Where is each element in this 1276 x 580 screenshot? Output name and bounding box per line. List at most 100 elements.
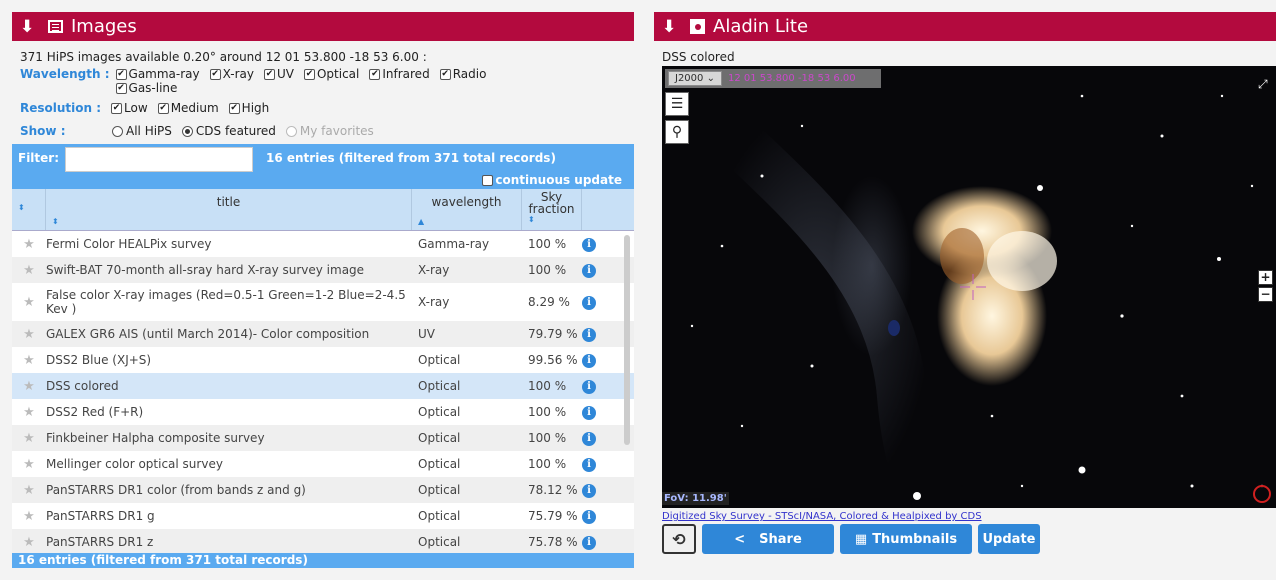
- checkbox[interactable]: ✔: [263, 68, 275, 80]
- share-label: Share: [759, 531, 802, 547]
- star-icon[interactable]: ★: [12, 457, 46, 472]
- sort-asc-icon[interactable]: ▲: [418, 217, 424, 226]
- checkbox-option[interactable]: ✔ Infrared: [369, 67, 430, 81]
- col-title[interactable]: title ⬍: [46, 189, 412, 230]
- share-button[interactable]: < Share: [702, 524, 834, 554]
- table-header: ⬍ title ⬍ wavelength ▲ Sky fraction ⬍: [12, 189, 634, 231]
- collapse-arrow-icon[interactable]: ⬇: [20, 17, 42, 37]
- star-icon[interactable]: ★: [12, 431, 46, 446]
- sort-icon[interactable]: ⬍: [52, 217, 59, 226]
- vertical-scrollbar[interactable]: [624, 235, 630, 445]
- zoom-in-button[interactable]: +: [1258, 270, 1273, 285]
- star-icon[interactable]: ★: [12, 237, 46, 252]
- wavelength-label: Wavelength :: [20, 67, 110, 81]
- info-icon[interactable]: i: [582, 406, 596, 420]
- radio-button[interactable]: [285, 125, 297, 137]
- info-icon[interactable]: i: [582, 354, 596, 368]
- star-icon[interactable]: ★: [12, 535, 46, 550]
- checkbox[interactable]: ✔: [228, 102, 240, 114]
- info-icon[interactable]: i: [582, 328, 596, 342]
- checkbox-option[interactable]: ✔ Medium: [157, 101, 219, 115]
- col-star[interactable]: ⬍: [12, 189, 46, 230]
- checkbox-option[interactable]: ✔ X-ray: [209, 67, 254, 81]
- table-row[interactable]: ★ DSS2 Blue (XJ+S) Optical 99.56 % i: [12, 347, 634, 373]
- row-info: i: [582, 430, 606, 446]
- refresh-button[interactable]: ⟲: [662, 524, 696, 554]
- wavelength-options: ✔ Gamma-ray ✔ X-ray ✔ UV ✔ Optical ✔ Infrared ✔ Rad…: [115, 67, 566, 95]
- radio-option[interactable]: My favorites: [285, 124, 374, 138]
- checkbox-option[interactable]: ✔ Gas-line: [115, 81, 177, 95]
- credits-link[interactable]: Digitized Sky Survey - STScI/NASA, Color…: [662, 511, 982, 522]
- star-icon[interactable]: ★: [12, 353, 46, 368]
- continuous-update-toggle[interactable]: continuous update: [482, 173, 622, 187]
- checkbox[interactable]: ✔: [115, 82, 127, 94]
- info-icon[interactable]: i: [582, 380, 596, 394]
- checkbox[interactable]: ✔: [439, 68, 451, 80]
- table-row[interactable]: ★ GALEX GR6 AIS (until March 2014)- Color…: [12, 321, 634, 347]
- star-icon[interactable]: ★: [12, 263, 46, 278]
- row-info: i: [582, 326, 606, 342]
- table-row[interactable]: ★ PanSTARRS DR1 z Optical 75.78 % i: [12, 529, 634, 553]
- star-icon[interactable]: ★: [12, 509, 46, 524]
- col-wavelength[interactable]: wavelength ▲: [412, 189, 522, 230]
- info-icon[interactable]: i: [582, 536, 596, 550]
- sort-icon[interactable]: ⬍: [528, 214, 535, 226]
- search-icon[interactable]: ⚲: [665, 120, 689, 144]
- table-row[interactable]: ★ Swift-BAT 70-month all-sray hard X-ray …: [12, 257, 634, 283]
- continuous-update-label: continuous update: [495, 173, 622, 187]
- table-row[interactable]: ★ DSS colored Optical 100 % i: [12, 373, 634, 399]
- checkbox-option[interactable]: ✔ High: [228, 101, 269, 115]
- info-icon[interactable]: i: [582, 296, 596, 310]
- table-row[interactable]: ★ PanSTARRS DR1 g Optical 75.79 % i: [12, 503, 634, 529]
- frame-select[interactable]: J2000 ⌄: [668, 71, 722, 86]
- radio-button[interactable]: [181, 125, 193, 137]
- continuous-update-checkbox[interactable]: [482, 174, 494, 186]
- star-icon[interactable]: ★: [12, 295, 46, 310]
- info-icon[interactable]: i: [582, 238, 596, 252]
- checkbox-option[interactable]: ✔ Optical: [303, 67, 359, 81]
- radio-label: All HiPS: [126, 124, 172, 138]
- col-sky-fraction[interactable]: Sky fraction ⬍: [522, 189, 582, 230]
- update-button[interactable]: Update: [978, 524, 1040, 554]
- table-row[interactable]: ★ PanSTARRS DR1 color (from bands z and g…: [12, 477, 634, 503]
- checkbox[interactable]: ✔: [157, 102, 169, 114]
- star-icon[interactable]: ★: [12, 379, 46, 394]
- checkbox[interactable]: ✔: [303, 68, 315, 80]
- sort-icon[interactable]: ⬍: [18, 203, 25, 226]
- checkbox-option[interactable]: ✔ Gamma-ray: [115, 67, 200, 81]
- star-icon[interactable]: ★: [12, 327, 46, 342]
- collapse-arrow-icon[interactable]: ⬇: [662, 17, 684, 37]
- checkbox-option[interactable]: ✔ UV: [263, 67, 294, 81]
- checkbox[interactable]: ✔: [115, 68, 127, 80]
- checkbox-option[interactable]: ✔ Low: [111, 101, 148, 115]
- table-row[interactable]: ★ Mellinger color optical survey Optical 10…: [12, 451, 634, 477]
- checkbox-option[interactable]: ✔ Radio: [439, 67, 486, 81]
- checkbox[interactable]: ✔: [369, 68, 381, 80]
- radio-option[interactable]: CDS featured: [181, 124, 276, 138]
- table-row[interactable]: ★ Fermi Color HEALPix survey Gamma-ray 100 …: [12, 231, 634, 257]
- table-row[interactable]: ★ Finkbeiner Halpha composite survey Optic…: [12, 425, 634, 451]
- list-icon: [48, 20, 63, 33]
- info-icon[interactable]: i: [582, 510, 596, 524]
- row-info: i: [582, 378, 606, 394]
- info-icon[interactable]: i: [582, 432, 596, 446]
- radio-button[interactable]: [112, 125, 123, 137]
- filter-input[interactable]: [65, 147, 253, 172]
- info-icon[interactable]: i: [582, 458, 596, 472]
- refresh-icon: ⟲: [672, 529, 686, 549]
- row-wavelength: Optical: [418, 509, 461, 523]
- table-row[interactable]: ★ False color X-ray images (Red=0.5-1 Gre…: [12, 283, 634, 321]
- checkbox[interactable]: ✔: [111, 102, 123, 114]
- checkbox[interactable]: ✔: [209, 68, 221, 80]
- info-icon[interactable]: i: [582, 484, 596, 498]
- star-icon[interactable]: ★: [12, 405, 46, 420]
- thumbnails-button[interactable]: ▦ Thumbnails: [840, 524, 972, 554]
- sky-view[interactable]: ⤢ J2000 ⌄ 12 01 53.800 -18 53 6.00 ☰ ⚲ +…: [662, 66, 1276, 508]
- table-row[interactable]: ★ DSS2 Red (F+R) Optical 100 % i: [12, 399, 634, 425]
- info-icon[interactable]: i: [582, 264, 596, 278]
- checkbox-label: Infrared: [382, 67, 430, 81]
- zoom-out-button[interactable]: −: [1258, 287, 1273, 302]
- layers-icon[interactable]: ☰: [665, 92, 689, 116]
- radio-option[interactable]: All HiPS: [112, 124, 172, 138]
- star-icon[interactable]: ★: [12, 483, 46, 498]
